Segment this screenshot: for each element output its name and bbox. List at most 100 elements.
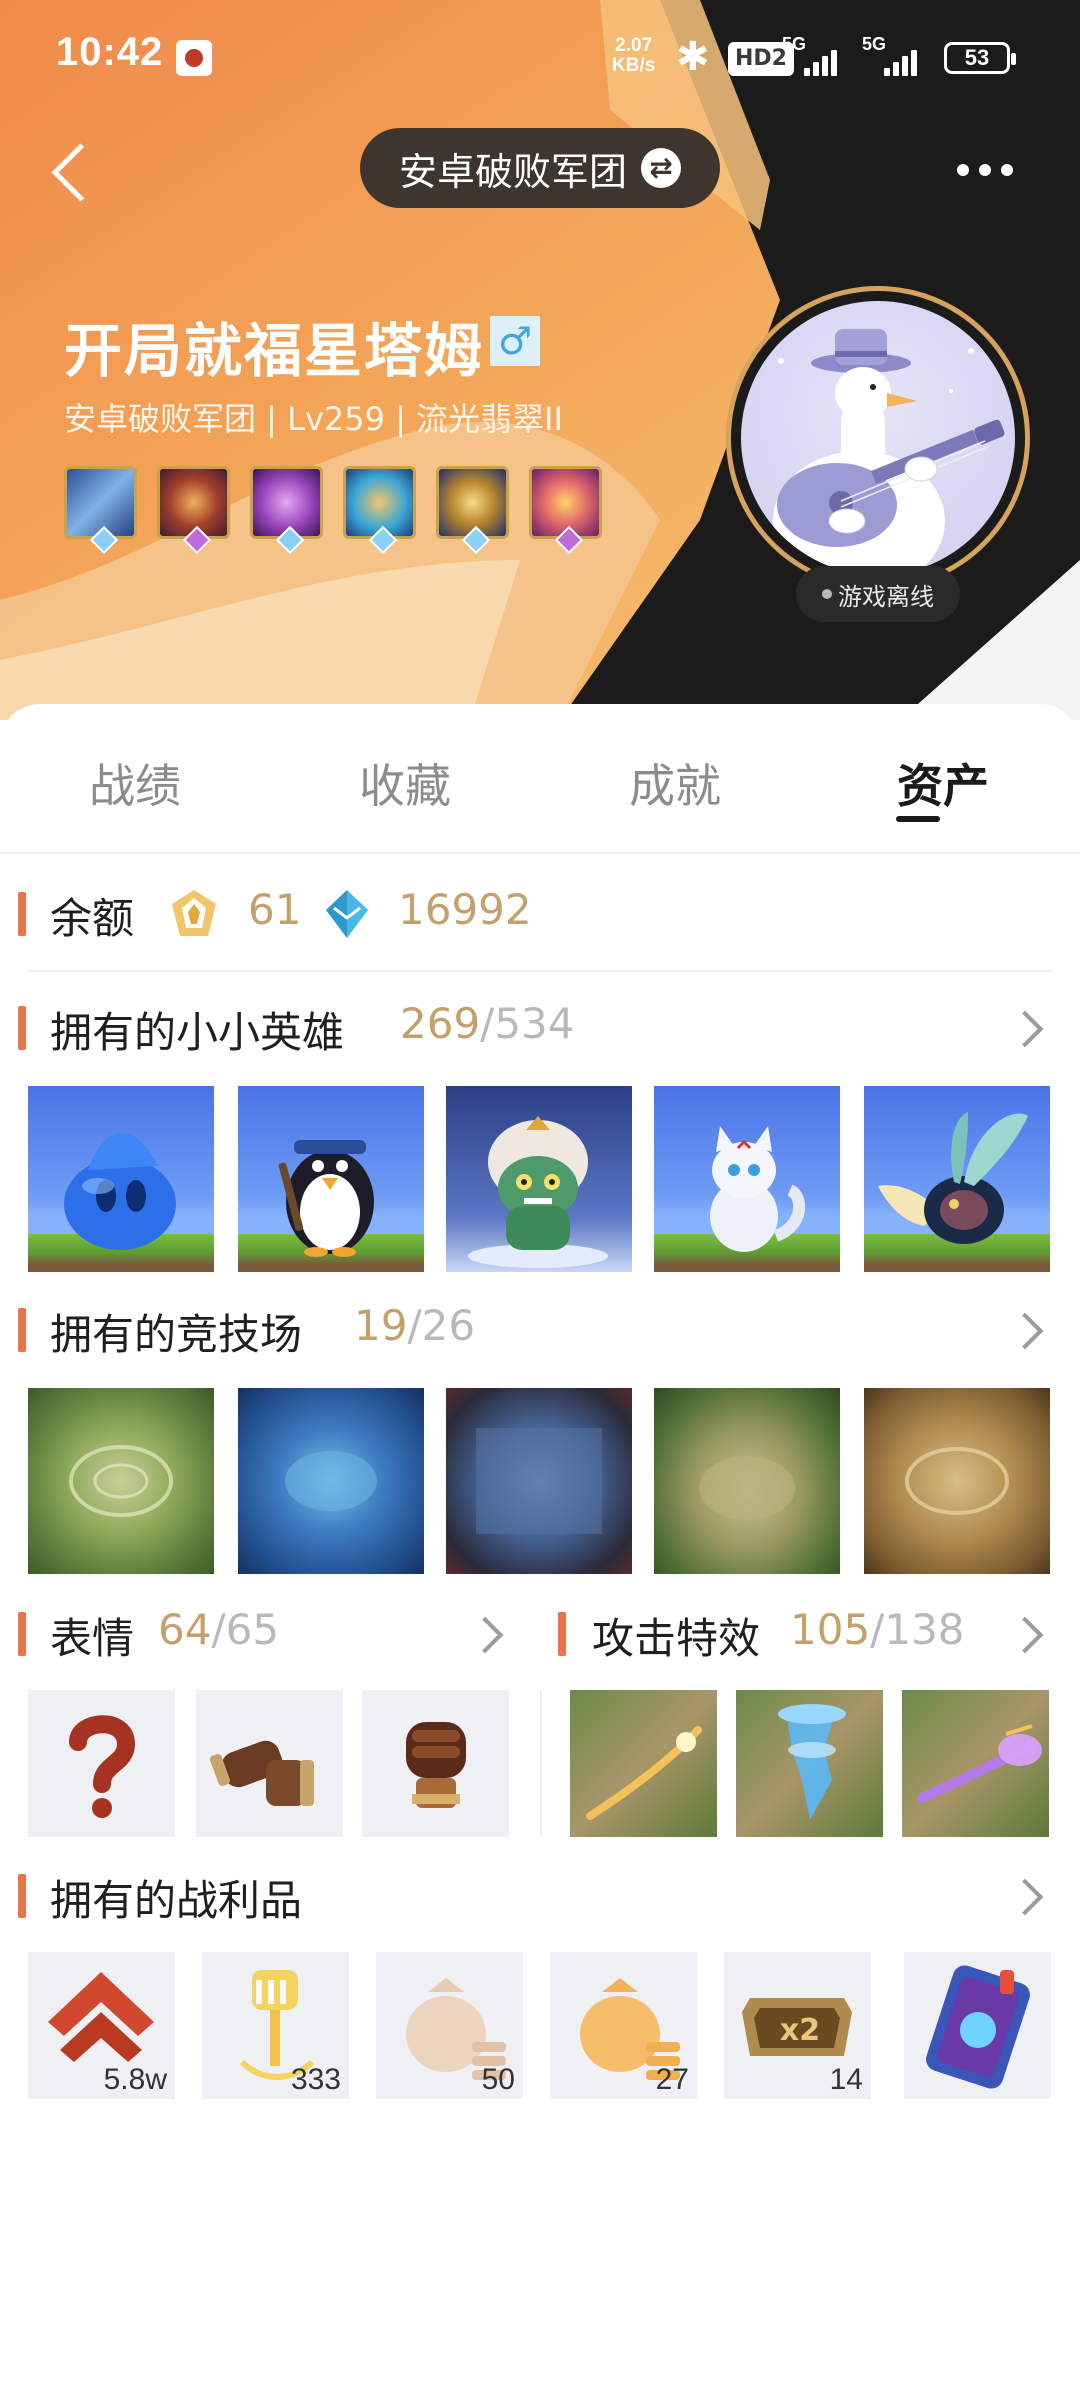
signal-5g-label-2: 5G xyxy=(862,34,887,54)
emote-tile[interactable] xyxy=(28,1690,175,1837)
loot-item[interactable]: x2 14 xyxy=(724,1952,871,2099)
tab-assets[interactable]: 资产 xyxy=(868,750,1018,816)
attack-effects-count: 105/138 xyxy=(790,1605,965,1654)
attack-effects-title: 攻击特效 xyxy=(592,1614,761,1663)
blue-tornado-effect-image xyxy=(778,1704,846,1820)
blue-card-pack-icon xyxy=(926,1965,1030,2089)
golden-streak-effect-image xyxy=(586,1726,702,1820)
active-tab-indicator xyxy=(896,816,940,822)
rank-badge-icon[interactable] xyxy=(436,466,509,539)
rank-badge-icon[interactable] xyxy=(529,466,602,539)
purple-comet-effect-image xyxy=(917,1724,1042,1803)
swap-icon: ⇄ xyxy=(641,148,681,188)
emote-tile[interactable] xyxy=(362,1690,509,1837)
emotes-total: 65 xyxy=(225,1605,280,1654)
profile-header: 10:42 2.07 KB/s ✱ HD2 5G 5G 53 安卓破败军团 ⇄ … xyxy=(0,0,1080,720)
arenas-count: 19/26 xyxy=(354,1301,476,1350)
player-subtitle: 安卓破败军团 | Lv259 | 流光翡翠II xyxy=(64,400,563,438)
status-dot-icon xyxy=(822,589,832,599)
attack-effect-tile[interactable] xyxy=(570,1690,717,1837)
arena-tile[interactable] xyxy=(864,1388,1050,1574)
loot-item[interactable]: 50 xyxy=(376,1952,523,2099)
little-legend-tile[interactable] xyxy=(238,1086,424,1272)
back-button[interactable] xyxy=(40,130,100,210)
attack-effect-tile[interactable] xyxy=(902,1690,1049,1837)
emotes-chevron-right-icon[interactable] xyxy=(466,1610,506,1660)
little-legend-tile[interactable] xyxy=(864,1086,1050,1272)
arena-tile[interactable] xyxy=(446,1388,632,1574)
section-accent-bar xyxy=(558,1612,566,1656)
rank-badge-icon[interactable] xyxy=(343,466,416,539)
male-gender-icon: ♂ xyxy=(490,316,540,366)
signal-5g-icon-2: 5G xyxy=(862,34,932,76)
gold-crown-currency-icon xyxy=(172,890,216,936)
divider xyxy=(28,970,1052,972)
blue-gem-currency-icon xyxy=(326,890,368,938)
rank-badge-icon[interactable] xyxy=(157,466,230,539)
emote-tile[interactable] xyxy=(196,1690,343,1837)
blue-slime-legend-image xyxy=(64,1132,176,1250)
tab-achievements[interactable]: 成就 xyxy=(600,750,750,816)
little-legend-tile[interactable] xyxy=(446,1086,632,1272)
status-time: 10:42 xyxy=(56,30,164,74)
rank-badges xyxy=(64,466,602,539)
divider xyxy=(540,1690,542,1836)
fist-emote-icon xyxy=(406,1722,466,1808)
little-legend-tile[interactable] xyxy=(28,1086,214,1272)
arena-tile[interactable] xyxy=(654,1388,840,1574)
svg-text:x2: x2 xyxy=(780,2013,820,2048)
loot-chevron-right-icon[interactable] xyxy=(1006,1872,1046,1922)
loot-item[interactable]: 333 xyxy=(202,1952,349,2099)
section-accent-bar xyxy=(18,1308,26,1352)
loot-count: 333 xyxy=(290,2063,341,2096)
loot-count: 27 xyxy=(655,2063,689,2096)
avatar[interactable] xyxy=(726,286,1030,590)
white-cat-legend-image xyxy=(710,1126,806,1252)
network-speed-unit: KB/s xyxy=(612,55,656,76)
winged-creature-legend-image xyxy=(878,1112,1028,1244)
team-switch-button[interactable]: 安卓破败军团 ⇄ xyxy=(360,128,720,208)
emotes-title: 表情 xyxy=(50,1614,135,1663)
network-speed-value: 2.07 xyxy=(615,35,653,56)
little-legends-total: 534 xyxy=(494,999,575,1048)
signal-5g-label: 5G xyxy=(782,34,807,54)
green-lion-legend-image xyxy=(468,1116,608,1268)
attack-effects-chevron-right-icon[interactable] xyxy=(1006,1610,1046,1660)
emotes-owned: 64 xyxy=(158,1605,212,1654)
little-legend-tile[interactable] xyxy=(654,1086,840,1272)
section-accent-bar xyxy=(18,1006,26,1050)
arenas-chevron-right-icon[interactable] xyxy=(1006,1306,1046,1356)
online-status-label: 游戏离线 xyxy=(838,582,934,611)
arena-tile[interactable] xyxy=(28,1388,214,1574)
player-name: 开局就福星塔姆 xyxy=(64,317,485,385)
battery-icon: 53 xyxy=(944,42,1016,74)
arena-tile[interactable] xyxy=(238,1388,424,1574)
tab-collection[interactable]: 收藏 xyxy=(330,750,480,816)
balance-title: 余额 xyxy=(50,894,135,943)
loot-item[interactable] xyxy=(904,1952,1051,2099)
rank-badge-icon[interactable] xyxy=(250,466,323,539)
balance-currency2-amount: 16992 xyxy=(398,885,532,934)
loot-item[interactable]: 5.8w xyxy=(28,1952,175,2099)
more-options-button[interactable] xyxy=(950,150,1020,190)
network-speed: 2.07 KB/s xyxy=(612,36,655,76)
loot-item[interactable]: 27 xyxy=(550,1952,697,2099)
loot-title: 拥有的战利品 xyxy=(50,1876,303,1925)
little-legends-title: 拥有的小小英雄 xyxy=(50,1008,345,1057)
section-accent-bar xyxy=(18,1612,26,1656)
section-accent-bar xyxy=(18,892,26,936)
notification-app-icon xyxy=(176,40,212,76)
status-bar: 10:42 2.07 KB/s ✱ HD2 5G 5G 53 xyxy=(0,0,1080,120)
attack-effect-tile[interactable] xyxy=(736,1690,883,1837)
loot-count: 14 xyxy=(829,2063,863,2096)
tab-match-history[interactable]: 战绩 xyxy=(60,750,210,816)
question-mark-emote-icon xyxy=(69,1715,136,1818)
team-name: 安卓破败军团 xyxy=(398,149,627,194)
balance-currency1-amount: 61 xyxy=(248,885,302,934)
rank-badge-icon[interactable] xyxy=(64,466,137,539)
tab-bar: 战绩 收藏 成就 资产 xyxy=(0,704,1080,854)
little-legends-chevron-right-icon[interactable] xyxy=(1006,1004,1046,1054)
goose-guitar-avatar-image xyxy=(741,301,1015,575)
attack-effects-owned: 105 xyxy=(790,1605,871,1654)
arenas-title: 拥有的竞技场 xyxy=(50,1310,303,1359)
